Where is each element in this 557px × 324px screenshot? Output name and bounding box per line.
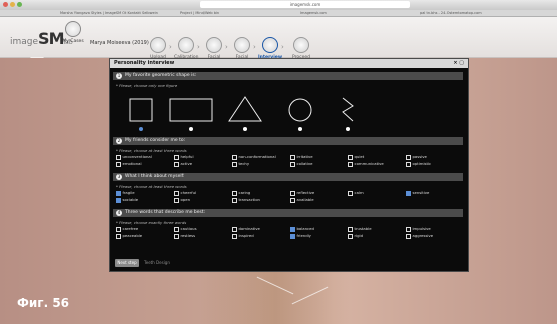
word-option[interactable]: emotional xyxy=(116,161,142,167)
word-option[interactable]: quiet xyxy=(348,154,364,160)
word-option[interactable]: active xyxy=(174,161,192,167)
square-shape-icon[interactable] xyxy=(129,98,153,122)
user-name: Marya Moiseeva (2019) xyxy=(90,40,149,46)
calibration-icon xyxy=(178,37,194,53)
word-option[interactable]: trustable xyxy=(348,226,372,232)
shape-options xyxy=(129,96,354,122)
question-1-header: 1 My favorite geometric shape is: xyxy=(113,72,463,80)
word-option[interactable]: collative xyxy=(290,161,312,167)
word-option[interactable]: inspired xyxy=(232,233,254,239)
step-calibration[interactable]: Calibration xyxy=(174,37,198,60)
minimize-window-icon[interactable] xyxy=(10,2,15,7)
zigzag-shape-icon[interactable] xyxy=(342,97,354,122)
question-2-hint: * Please, choose at least three words xyxy=(116,148,187,153)
word-option[interactable]: balanced xyxy=(290,226,314,232)
step-arrow-icon: › xyxy=(197,43,200,51)
interview-icon xyxy=(262,37,278,53)
circle-shape-icon[interactable] xyxy=(288,98,312,122)
word-option[interactable]: calm xyxy=(348,190,364,196)
browser-tab[interactable]: Project | Mind/Web bin xyxy=(180,10,219,16)
step-interview[interactable]: Interview xyxy=(258,37,282,60)
question-4-hint: * Please, choose exactly three words xyxy=(116,220,187,225)
word-option[interactable]: impulsive xyxy=(406,226,431,232)
question-3-header: 3 What I think about myself: xyxy=(113,173,463,181)
word-option[interactable]: restless xyxy=(174,233,195,239)
word-option[interactable]: irritative xyxy=(290,154,313,160)
maximize-window-icon[interactable] xyxy=(17,2,22,7)
word-option[interactable]: communicative xyxy=(348,161,384,167)
question-3-hint: * Please, choose at least three words xyxy=(116,184,187,189)
upload-icon xyxy=(150,37,166,53)
word-option[interactable]: aggressive xyxy=(406,233,433,239)
word-option[interactable]: fragile xyxy=(116,190,135,196)
word-option[interactable]: caring xyxy=(232,190,250,196)
design-icon xyxy=(293,37,309,53)
triangle-radio[interactable] xyxy=(243,127,247,131)
browser-tab[interactable]: pal tn.bhs - 24-Ostemtomatop.com xyxy=(420,10,482,16)
rectangle-radio[interactable] xyxy=(189,127,193,131)
browser-tab[interactable]: Imagemsk.com xyxy=(300,10,327,16)
word-option[interactable]: open xyxy=(174,197,190,203)
rectangle-shape-icon[interactable] xyxy=(169,98,213,122)
close-icon[interactable]: × ▢ xyxy=(453,59,464,68)
word-option[interactable]: optimistic xyxy=(406,161,431,167)
figure-label: Фиг. 56 xyxy=(17,296,70,310)
browser-tabbar: Marsha Yiangava Styles | ImageSM Ot Kont… xyxy=(0,10,557,17)
word-option[interactable]: cautious xyxy=(174,226,197,232)
zigzag-radio[interactable] xyxy=(346,127,350,131)
circle-radio[interactable] xyxy=(298,127,302,131)
step-arrow-icon: › xyxy=(281,43,284,51)
word-option[interactable]: cheerful xyxy=(174,190,196,196)
word-option[interactable]: dominative xyxy=(232,226,260,232)
word-option[interactable]: friendly xyxy=(290,233,311,239)
address-bar[interactable]: imagemsk.com xyxy=(200,1,410,8)
triangle-shape-icon[interactable] xyxy=(228,96,262,122)
step-upload[interactable]: Upload xyxy=(146,37,170,60)
word-option[interactable]: reflective xyxy=(290,190,314,196)
word-option[interactable]: sensitive xyxy=(406,190,429,196)
next-step-button[interactable]: Next step xyxy=(115,259,139,267)
word-option[interactable]: non-conformational xyxy=(232,154,276,160)
my-cases-icon xyxy=(65,21,81,37)
word-option[interactable]: rigid xyxy=(348,233,363,239)
personality-interview-dialog: Personality interview × ▢ 1 My favorite … xyxy=(109,58,469,272)
dialog-titlebar: Personality interview × ▢ xyxy=(110,59,468,68)
app-header: imageSMlab My Cases Marya Moiseeva (2019… xyxy=(0,17,557,65)
word-option[interactable]: transaction xyxy=(232,197,260,203)
word-option[interactable]: peaceable xyxy=(116,233,142,239)
word-option[interactable]: helpful xyxy=(174,154,194,160)
word-option[interactable]: passive xyxy=(406,154,427,160)
square-radio[interactable] xyxy=(139,127,143,131)
word-option[interactable]: available xyxy=(290,197,314,203)
my-cases-button[interactable]: My Cases xyxy=(62,21,84,44)
browser-tab[interactable]: Marsha Yiangava Styles | ImageSM Ot Kont… xyxy=(60,10,158,16)
word-option[interactable]: sociable xyxy=(116,197,138,203)
step-arrow-icon: › xyxy=(253,43,256,51)
step-arrow-icon: › xyxy=(225,43,228,51)
question-4-header: 4 Three words that describe me best: xyxy=(113,209,463,217)
word-option[interactable]: carefree xyxy=(116,226,138,232)
step-arrow-icon: › xyxy=(169,43,172,51)
word-option[interactable]: unconventional xyxy=(116,154,152,160)
question-1-hint: * Please, choose only one figure xyxy=(116,83,178,88)
question-2-header: 2 My friends consider me to: xyxy=(113,137,463,145)
facial-type-icon xyxy=(234,37,250,53)
close-window-icon[interactable] xyxy=(3,2,8,7)
teeth-design-link[interactable]: Teeth Design xyxy=(144,259,170,267)
facial-map-icon xyxy=(206,37,222,53)
word-option[interactable]: techy xyxy=(232,161,249,167)
